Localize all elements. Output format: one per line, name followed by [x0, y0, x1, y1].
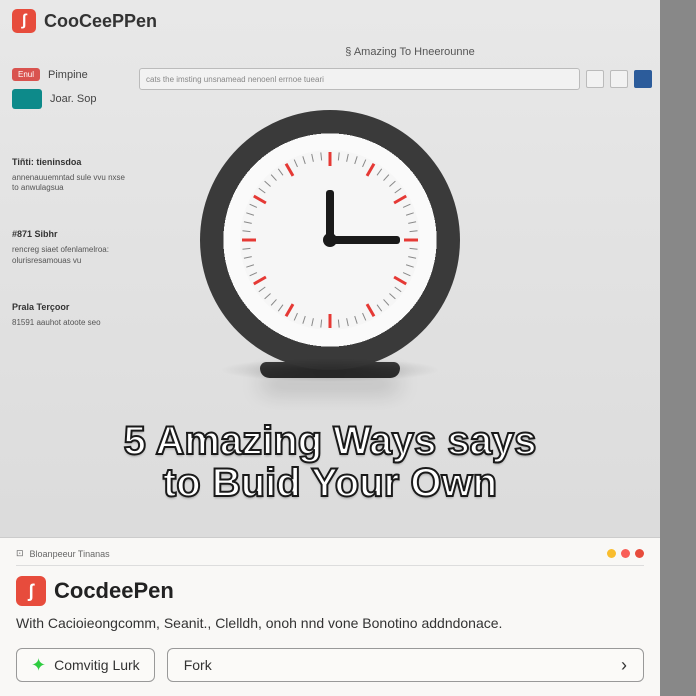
clock-illustration	[180, 110, 480, 378]
badge-teal	[12, 89, 42, 109]
bottom-card: ⊡ Bloanpeeur Tinanas ʃ CocdeePen With Ca…	[0, 537, 660, 696]
sidebar-item-secondary[interactable]: Joar. Sop	[12, 89, 127, 109]
section-body: annenauuemntad sule vvu nxse to anwulags…	[12, 173, 127, 194]
section-title: Prala Terçoor	[12, 302, 127, 314]
brand-name: CocdeePen	[54, 578, 174, 604]
clock-outer-ring	[200, 110, 460, 370]
sidebar-item-primary[interactable]: Enul Pimpine	[12, 68, 127, 81]
sidebar-item-label: Pimpine	[48, 69, 88, 81]
browser-tab-bar: ⊡ Bloanpeeur Tinanas	[16, 548, 644, 566]
action-row: ✦ Comvitig Lurk Fork ›	[16, 648, 644, 682]
hero-line1: 5 Amazing Ways says	[0, 420, 660, 462]
badge-red: Enul	[12, 68, 40, 81]
clock-center-dot	[323, 233, 337, 247]
logo-icon: ʃ	[12, 9, 36, 33]
tool-button[interactable]	[610, 70, 628, 88]
sidebar-section-2: #871 Sibhr rencreg siaet ofenlamelroa: o…	[12, 229, 127, 265]
hero-line2: to Buid Your Own	[0, 462, 660, 504]
fork-button[interactable]: Fork ›	[167, 648, 644, 682]
tab-title: Bloanpeeur Tinanas	[30, 549, 110, 559]
subtitle: § Amazing To Hneerounne	[160, 42, 660, 68]
section-body: 81591 aauhot atoote seo	[12, 318, 127, 328]
button-label: Fork	[184, 657, 212, 673]
sidebar-item-label: Joar. Sop	[50, 93, 96, 105]
section-title: #871 Sibhr	[12, 229, 127, 241]
tab-icon: ⊡	[16, 548, 24, 559]
sidebar-section-3: Prala Terçoor 81591 aauhot atoote seo	[12, 302, 127, 328]
section-body: rencreg siaet ofenlamelroa: olurisresamo…	[12, 245, 127, 266]
brand-row: ʃ CocdeePen	[16, 576, 644, 606]
minimize-icon[interactable]	[607, 549, 616, 558]
chevron-right-icon: ›	[621, 655, 627, 676]
search-input[interactable]: cats the imsting unsnamead nenoenl errno…	[139, 68, 580, 90]
brand-text: CooCeePPen	[44, 11, 157, 32]
logo-icon: ʃ	[16, 576, 46, 606]
top-header: ʃ CooCeePPen	[0, 0, 660, 42]
sidebar: Enul Pimpine Joar. Sop Tiñti: tieninsdoa…	[0, 68, 135, 328]
color-swatch[interactable]	[634, 70, 652, 88]
sidebar-section-1: Tiñti: tieninsdoa annenauuemntad sule vv…	[12, 157, 127, 193]
hero-text: 5 Amazing Ways says to Buid Your Own	[0, 420, 660, 504]
close-icon[interactable]	[635, 549, 644, 558]
star-icon: ✦	[31, 655, 46, 676]
search-placeholder: cats the imsting unsnamead nenoenl errno…	[146, 75, 324, 84]
window-controls	[607, 549, 644, 558]
description-text: With Cacioieongcomm, Seanit., Clelldh, o…	[16, 614, 644, 634]
copy-link-button[interactable]: ✦ Comvitig Lurk	[16, 648, 155, 682]
maximize-icon[interactable]	[621, 549, 630, 558]
clock-minute-hand	[330, 236, 400, 244]
button-label: Comvitig Lurk	[54, 657, 140, 673]
clock-shadow	[220, 358, 440, 382]
tool-button[interactable]	[586, 70, 604, 88]
clock-face	[240, 150, 420, 330]
section-title: Tiñti: tieninsdoa	[12, 157, 127, 169]
